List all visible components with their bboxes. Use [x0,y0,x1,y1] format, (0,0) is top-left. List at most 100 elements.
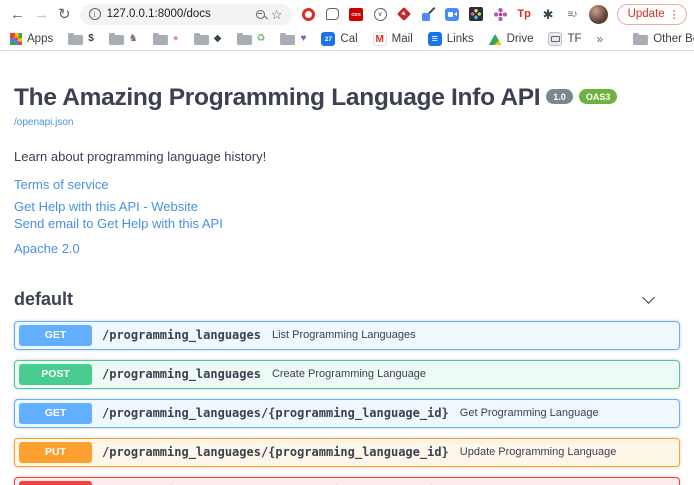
address-bar[interactable]: i 127.0.0.1:8000/docs ☆ [80,4,292,25]
bookmark-cal-label: Cal [340,33,357,45]
back-icon[interactable]: ← [10,7,25,22]
endpoint-row-post-create[interactable]: POST /programming_languages Create Progr… [14,360,680,389]
folder-icon [194,35,209,45]
check-circle-extension-icon[interactable]: ∨ [373,7,388,22]
openapi-spec-link[interactable]: /openapi.json [14,117,74,128]
dark-pinwheel-extension-icon[interactable]: ✱ [541,7,556,22]
section-header-default[interactable]: default [14,281,680,321]
bookmark-tf-label: TF [567,33,581,45]
method-badge: GET [19,403,92,424]
info-links: Terms of service Get Help with this API … [14,177,680,256]
bookmark-tf[interactable]: TF [548,32,581,46]
dark-flower-extension-icon[interactable] [469,7,484,22]
cbs-glyph: CBS [349,8,363,21]
endpoint-summary: Get Programming Language [460,407,599,419]
purple-flower-extension-icon[interactable] [493,7,508,22]
method-badge: GET [19,325,92,346]
video-call-glyph [445,8,459,21]
endpoint-row-delete[interactable]: DELETE /programming_languages/{programmi… [14,477,680,485]
endpoint-path: /programming_languages/{programming_lang… [102,445,449,459]
cbs-extension-icon[interactable]: CBS [349,7,364,22]
bookmark-folder-brain[interactable]: ● [153,33,179,45]
comment-bubble-glyph [326,8,339,20]
video-call-extension-icon[interactable] [445,7,460,22]
version-badge: 1.0 [546,89,573,104]
bookmark-drive-label: Drive [507,33,534,45]
endpoint-summary: List Programming Languages [272,329,416,341]
site-info-icon[interactable]: i [89,8,101,20]
endpoint-row-put-update[interactable]: PUT /programming_languages/{programming_… [14,438,680,467]
bookmark-drive[interactable]: Drive [489,33,534,45]
color-picker-extension-icon[interactable] [421,7,436,22]
music-playlist-extension-icon[interactable]: ≡♪ [565,7,580,22]
bookmark-mail[interactable]: M Mail [373,32,413,46]
bookmark-folder-green[interactable]: ♻ [237,33,266,45]
folder-glyph: ♥ [300,34,306,44]
folder-icon [280,35,295,45]
forward-icon[interactable]: → [34,7,49,22]
bookmark-folder-horse[interactable]: ♞ [109,33,138,45]
url-text[interactable]: 127.0.0.1:8000/docs [107,8,250,20]
dark-flower-glyph [469,7,483,21]
folder-glyph: $ [88,34,94,44]
swagger-docs-page: The Amazing Programming Language Info AP… [0,51,694,485]
oas3-badge: OAS3 [579,89,618,104]
contact-website-link[interactable]: Get Help with this API - Website [14,199,680,216]
bookmark-folder-gradcap[interactable]: ◆ [194,33,222,45]
chevron-down-icon[interactable] [642,291,655,304]
contact-email-link[interactable]: Send email to Get Help with this API [14,216,680,233]
purple-flower-glyph [494,8,507,21]
section-title: default [14,289,73,310]
bookmark-folder-dollar[interactable]: $ [68,33,94,45]
check-circle-glyph: ∨ [374,8,387,21]
update-button[interactable]: Update ⋮ [617,4,687,25]
zoom-out-icon[interactable] [256,10,265,19]
method-badge: PUT [19,442,92,463]
calendar-icon: 27 [321,32,335,46]
folder-glyph: ● [173,34,179,44]
bookmark-links[interactable]: ≡ Links [428,32,474,46]
red-diamond-arrow-extension-icon[interactable] [397,7,412,22]
license-link[interactable]: Apache 2.0 [14,241,680,256]
apps-grid-icon [10,33,22,45]
bookmark-star-icon[interactable]: ☆ [271,8,283,21]
folder-glyph: ♞ [129,34,138,44]
method-badge: POST [19,364,92,385]
endpoint-row-get-one[interactable]: GET /programming_languages/{programming_… [14,399,680,428]
bookmark-folder-purpleheart[interactable]: ♥ [280,33,306,45]
red-ring-glyph [302,8,315,21]
page-title: The Amazing Programming Language Info AP… [14,84,540,112]
bookmark-apps-label: Apps [27,33,53,45]
endpoint-summary: Update Programming Language [460,446,617,458]
red-diamond-glyph [397,7,411,21]
folder-icon [237,35,252,45]
folder-icon [109,35,124,45]
bookmarks-bar: Apps $ ♞ ● ◆ ♻ ♥ 27 Cal M Mail ≡ Links D… [0,28,694,51]
red-ring-extension-icon[interactable] [301,7,316,22]
color-picker-glyph [421,7,435,21]
reload-icon[interactable]: ↻ [58,7,71,22]
endpoint-row-get-list[interactable]: GET /programming_languages List Programm… [14,321,680,350]
endpoint-path: /programming_languages [102,328,261,342]
comment-bubble-extension-icon[interactable] [325,7,340,22]
bookmarks-overflow-icon[interactable]: » [597,32,604,46]
update-button-label: Update [628,8,665,20]
terms-of-service-link[interactable]: Terms of service [14,177,680,192]
browser-toolbar: ← → ↻ i 127.0.0.1:8000/docs ☆ CBS ∨ Tp ✱… [0,0,694,28]
kebab-menu-icon: ⋮ [669,8,680,21]
folder-icon [153,35,168,45]
bookmark-mail-label: Mail [392,33,413,45]
profile-avatar[interactable] [589,5,608,24]
api-description: Learn about programming language history… [14,149,680,164]
bookmark-apps[interactable]: Apps [10,33,53,45]
folder-icon [68,35,83,45]
drive-icon [489,34,502,45]
method-badge: DELETE [19,481,92,485]
tp-extension-icon[interactable]: Tp [517,7,532,22]
other-bookmarks[interactable]: Other Bookmarks [633,33,694,45]
folder-icon [633,35,648,45]
title-row: The Amazing Programming Language Info AP… [14,84,680,112]
bookmark-cal[interactable]: 27 Cal [321,32,357,46]
links-icon: ≡ [428,32,442,46]
bookmark-links-label: Links [447,33,474,45]
